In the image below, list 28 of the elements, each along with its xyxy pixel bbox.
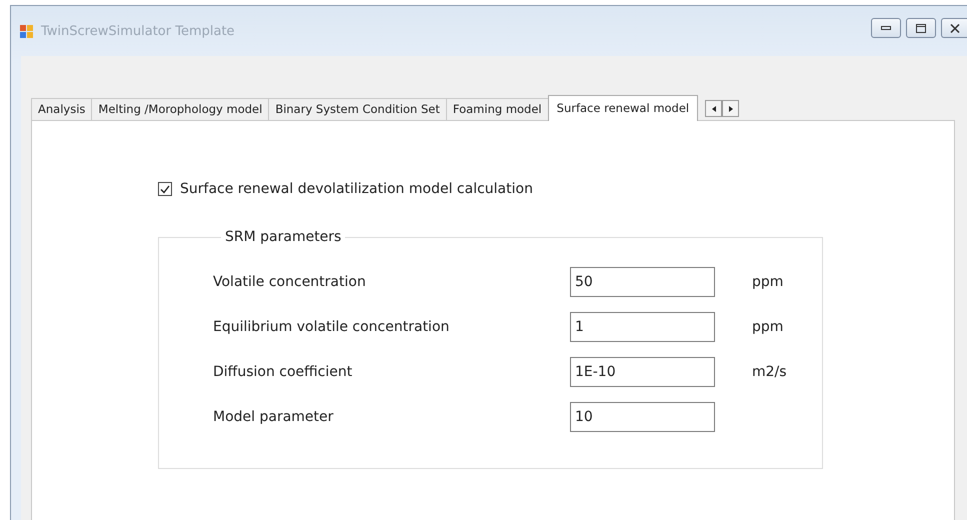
field-label: Equilibrium volatile concentration bbox=[213, 318, 450, 334]
maximize-icon bbox=[916, 24, 926, 32]
minimize-button[interactable] bbox=[871, 18, 901, 38]
tab[interactable]: Surface renewal model bbox=[548, 95, 698, 121]
scroll-left-button[interactable] bbox=[705, 100, 722, 117]
unit-label: ppm bbox=[752, 274, 784, 290]
app-icon bbox=[19, 23, 35, 39]
field-label: Model parameter bbox=[213, 408, 334, 424]
input-field[interactable]: 1E-10 bbox=[570, 356, 715, 386]
tab[interactable]: Analysis bbox=[31, 98, 92, 120]
unit-label: ppm bbox=[752, 318, 784, 334]
checkbox-label: Surface renewal devolatilization model calculation bbox=[180, 181, 533, 197]
scroll-right-button[interactable] bbox=[722, 100, 740, 117]
window-title: TwinScrewSimulator Template bbox=[41, 24, 236, 38]
input-field[interactable]: 50 bbox=[570, 266, 715, 296]
right-arrow-icon bbox=[728, 106, 733, 112]
field-label: Volatile concentration bbox=[213, 274, 367, 290]
group-title: SRM parameters bbox=[224, 229, 342, 245]
close-button[interactable] bbox=[941, 18, 967, 38]
input-field[interactable]: 10 bbox=[570, 402, 715, 432]
unit-label: m2/s bbox=[752, 364, 788, 380]
input-field[interactable]: 1 bbox=[570, 312, 715, 342]
field-label: Diffusion coefficient bbox=[213, 364, 354, 380]
left-arrow-icon bbox=[712, 106, 716, 112]
minimize-icon bbox=[881, 25, 891, 31]
close-icon bbox=[950, 24, 960, 32]
maximize-button[interactable] bbox=[906, 18, 936, 38]
checkbox[interactable] bbox=[158, 182, 172, 196]
